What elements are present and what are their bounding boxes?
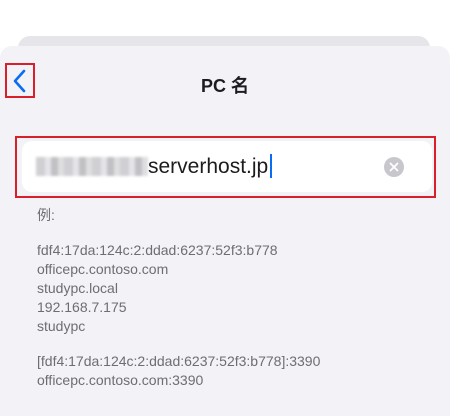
hint-line: [fdf4:17da:124c:2:ddad:6237:52f3:b778]:3… <box>37 353 321 369</box>
hint-line: 192.168.7.175 <box>37 299 127 315</box>
pc-name-input[interactable]: serverhost.jp <box>22 141 432 192</box>
text-caret <box>270 154 273 178</box>
redacted-prefix <box>36 157 148 176</box>
pc-name-value: serverhost.jp <box>148 155 269 178</box>
hint-line: studypc.local <box>37 280 118 296</box>
hint-line: officepc.contoso.com:3390 <box>37 372 204 388</box>
hint-heading: 例: <box>37 207 55 223</box>
page-title: PC 名 <box>200 76 249 96</box>
clear-circle-icon <box>389 162 399 172</box>
clear-button[interactable] <box>384 157 404 177</box>
hint-line: fdf4:17da:124c:2:ddad:6237:52f3:b778 <box>37 242 278 258</box>
hint-line: officepc.contoso.com <box>37 261 169 277</box>
hint-line: studypc <box>37 318 86 334</box>
